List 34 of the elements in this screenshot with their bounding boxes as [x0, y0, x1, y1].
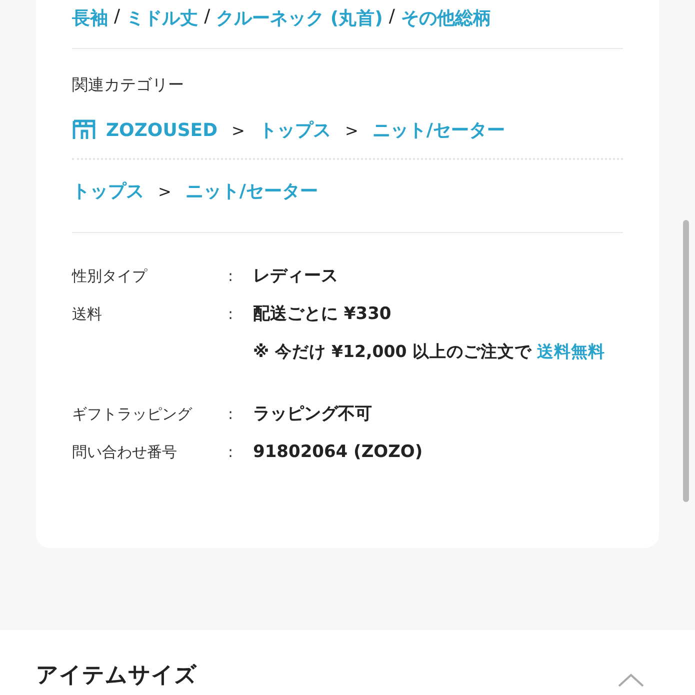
colon: :: [227, 404, 234, 425]
colon: :: [227, 304, 234, 325]
colon: :: [227, 266, 234, 287]
section-heading: アイテムサイズ: [36, 662, 197, 690]
separator: >: [158, 182, 172, 200]
separator: /: [204, 6, 210, 27]
separator: >: [344, 120, 358, 140]
category-link[interactable]: トップス: [258, 118, 331, 142]
detail-value: 91802064 (ZOZO): [253, 441, 424, 464]
detail-label: ギフトラッピング: [72, 404, 194, 425]
category-link[interactable]: ニット/セーター: [185, 179, 318, 203]
detail-value: レディース: [253, 265, 339, 288]
separator: /: [114, 6, 120, 27]
section-title: 関連カテゴリー: [72, 75, 185, 96]
store-icon: [72, 119, 96, 141]
tag-link[interactable]: その他総柄: [400, 6, 491, 30]
shipping-note: ※ 今だけ ¥12,000 以上のご注文で 送料無料: [253, 341, 606, 363]
detail-label: 問い合わせ番号: [72, 442, 178, 463]
separator: /: [388, 6, 395, 27]
detail-value: 配送ごとに ¥330: [253, 303, 392, 326]
category-link[interactable]: ニット/セーター: [372, 118, 505, 142]
section-header[interactable]: アイテムサイズ: [0, 630, 695, 695]
detail-value: ラッピング不可: [253, 403, 373, 426]
tag-link[interactable]: 長袖: [72, 6, 108, 30]
detail-label: 送料: [72, 304, 103, 325]
category-link[interactable]: トップス: [72, 179, 144, 203]
separator: >: [232, 120, 245, 140]
detail-label: 性別タイプ: [72, 266, 148, 287]
tag-link[interactable]: ミドル丈: [126, 6, 198, 30]
category-link[interactable]: ZOZOUSED: [106, 120, 218, 140]
scrollbar[interactable]: [683, 220, 689, 502]
colon: :: [227, 442, 234, 463]
tag-link[interactable]: クルーネック (丸首): [216, 6, 383, 30]
free-shipping-link[interactable]: 送料無料: [537, 342, 606, 361]
